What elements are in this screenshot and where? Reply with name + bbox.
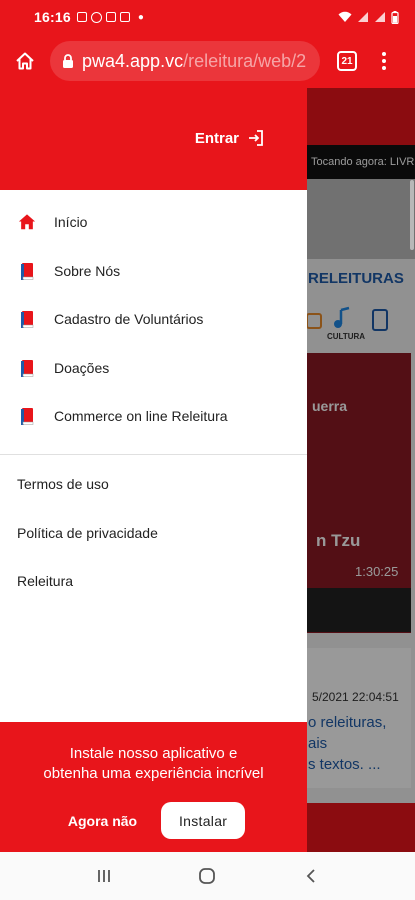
login-icon (249, 130, 263, 146)
gallery-icon (76, 12, 87, 22)
book-icon (21, 408, 34, 426)
install-actions: Agora não Instalar (0, 802, 307, 839)
notification-icons: ● (76, 11, 144, 23)
back-button[interactable] (291, 856, 331, 896)
link-politica-privacidade[interactable]: Política de privacidade (0, 509, 307, 558)
status-bar: 16:16 ● (0, 0, 415, 34)
signal-icon (358, 12, 368, 22)
browser-home-button[interactable] (0, 34, 50, 88)
status-time: 16:16 (34, 9, 71, 25)
tab-switcher-button[interactable]: 21 (337, 51, 357, 71)
menu-item-label: Commerce on line Releitura (54, 408, 228, 425)
wifi-icon (338, 11, 352, 22)
menu-item-doacoes[interactable]: Doações (0, 344, 307, 393)
install-banner: Instale nosso aplicativo e obtenha uma e… (0, 722, 307, 852)
more-options-button[interactable] (374, 52, 394, 70)
system-nav-bar (0, 852, 415, 900)
menu-item-sobre-nos[interactable]: Sobre Nós (0, 247, 307, 296)
battery-icon (391, 10, 399, 24)
recent-apps-button[interactable] (84, 856, 124, 896)
dismiss-install-button[interactable]: Agora não (62, 805, 143, 837)
install-button[interactable]: Instalar (161, 802, 246, 839)
url-host: pwa4.app.vc (82, 50, 184, 71)
menu-item-cadastro-voluntarios[interactable]: Cadastro de Voluntários (0, 295, 307, 344)
back-icon (306, 869, 315, 883)
more-dot-icon (382, 52, 386, 56)
install-message-line: Instale nosso aplicativo e (69, 745, 238, 762)
login-button[interactable]: Entrar (195, 129, 265, 147)
whatsapp-icon (90, 11, 102, 23)
signal-icon-2 (375, 12, 385, 22)
menu-item-label: Doações (54, 359, 110, 376)
menu-item-label: Início (54, 214, 88, 231)
more-dot-icon (382, 59, 386, 63)
home-icon (18, 214, 36, 230)
home-circle-icon (199, 868, 216, 884)
drawer-header: Entrar (0, 88, 307, 190)
menu-item-commerce[interactable]: Commerce on line Releitura (0, 392, 307, 441)
menu-item-label: Cadastro de Voluntários (54, 311, 204, 328)
book-icon (21, 359, 34, 377)
home-nav-button[interactable] (187, 856, 227, 896)
install-message-line: obtenha uma experiência incrível (43, 765, 264, 782)
link-releitura[interactable]: Releitura (0, 557, 307, 606)
navigation-drawer: Entrar Início Sobre Nós Cadastro de Volu… (0, 88, 307, 852)
install-message: Instale nosso aplicativo e obtenha uma e… (0, 744, 307, 784)
login-label: Entrar (194, 129, 239, 147)
drawer-divider (0, 454, 307, 455)
url-path: /releitura/web/2 (183, 50, 307, 71)
more-dot-icon (382, 66, 386, 70)
menu-item-inicio[interactable]: Início (0, 198, 307, 247)
lock-icon (63, 53, 73, 68)
url-text: pwa4.app.vc/releitura/web/2 (82, 51, 306, 72)
dot-icon: ● (137, 11, 144, 23)
recent-apps-icon (97, 870, 110, 882)
link-termos-de-uso[interactable]: Termos de uso (0, 460, 307, 509)
gmail-icon (119, 12, 130, 22)
menu-item-label: Sobre Nós (54, 262, 121, 279)
drawer-menu: Início Sobre Nós Cadastro de Voluntários (0, 198, 307, 441)
camera-icon (105, 12, 116, 22)
book-icon (21, 311, 34, 329)
system-icons (338, 10, 399, 24)
drawer-links: Termos de uso Política de privacidade Re… (0, 460, 307, 606)
browser-toolbar: pwa4.app.vc/releitura/web/2 21 (0, 34, 415, 88)
scrollbar[interactable] (410, 180, 414, 250)
address-bar[interactable]: pwa4.app.vc/releitura/web/2 (50, 41, 320, 81)
home-icon (16, 52, 34, 70)
book-icon (21, 262, 34, 280)
